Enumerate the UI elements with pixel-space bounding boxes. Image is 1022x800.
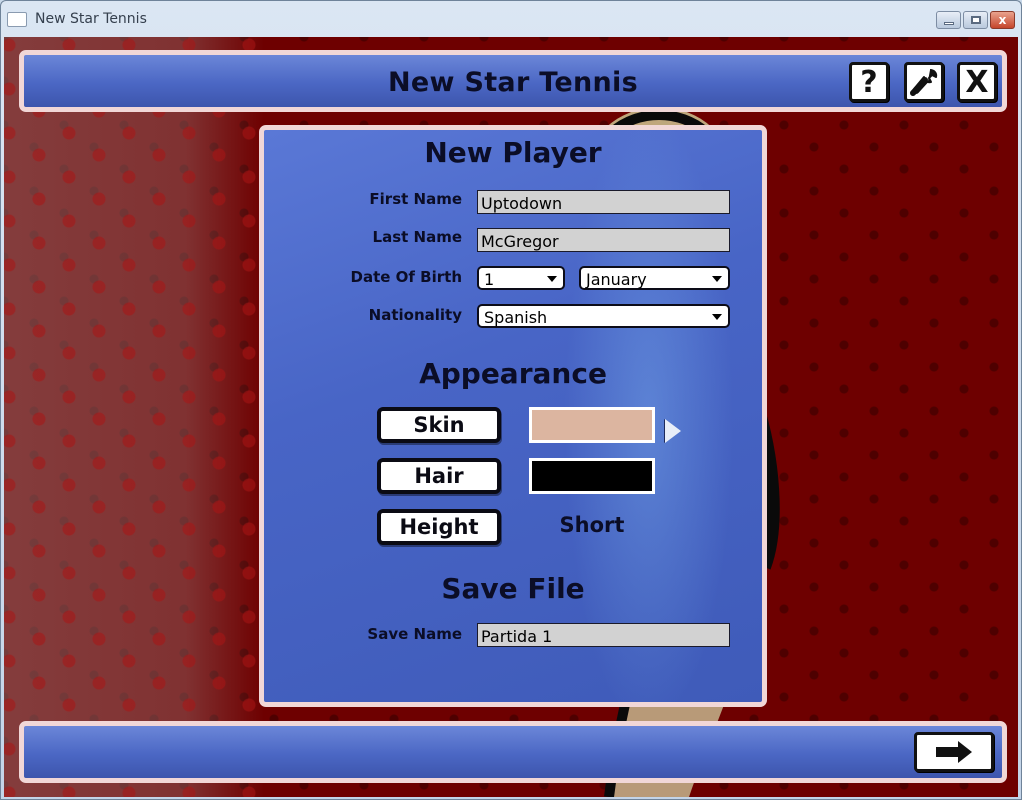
settings-button[interactable] — [904, 62, 944, 102]
x-icon: X — [965, 64, 989, 100]
birth-month-value: January — [586, 270, 647, 289]
hair-button[interactable]: Hair — [377, 458, 501, 494]
new-player-panel: New Player First Name Uptodown Last Name… — [259, 125, 767, 707]
birth-day-value: 1 — [484, 270, 495, 289]
skin-color-swatch[interactable] — [529, 407, 655, 443]
save-name-label: Save Name — [367, 625, 462, 643]
height-value: Short — [559, 513, 625, 537]
right-arrow-icon — [936, 741, 972, 763]
minimize-button[interactable] — [936, 11, 961, 29]
header-bar: New Star Tennis ? X — [19, 50, 1007, 112]
last-name-label: Last Name — [372, 228, 462, 246]
app-window: New Star Tennis x New Star Tennis ? X Ne… — [0, 0, 1022, 800]
height-button[interactable]: Height — [377, 509, 501, 545]
hair-color-swatch[interactable] — [529, 458, 655, 494]
window-controls: x — [936, 11, 1015, 29]
footer-bar — [19, 721, 1007, 783]
game-canvas: New Star Tennis ? X New Player First Nam… — [4, 37, 1018, 797]
nationality-value: Spanish — [484, 308, 548, 327]
birth-month-select[interactable]: January — [579, 266, 730, 290]
appearance-heading: Appearance — [419, 357, 607, 390]
first-name-input[interactable]: Uptodown — [477, 190, 730, 214]
birth-day-select[interactable]: 1 — [477, 266, 565, 290]
wrench-icon — [910, 69, 938, 96]
date-of-birth-label: Date Of Birth — [350, 268, 462, 286]
chevron-down-icon — [712, 314, 722, 320]
chevron-down-icon — [547, 276, 557, 282]
save-name-input[interactable]: Partida 1 — [477, 623, 730, 647]
quit-button[interactable]: X — [957, 62, 997, 102]
nationality-select[interactable]: Spanish — [477, 304, 730, 328]
app-icon — [7, 12, 27, 27]
background-dots — [4, 37, 264, 797]
help-button[interactable]: ? — [849, 62, 889, 102]
close-icon: x — [998, 13, 1007, 27]
last-name-input[interactable]: McGregor — [477, 228, 730, 252]
minimize-icon — [943, 21, 954, 25]
close-window-button[interactable]: x — [990, 11, 1015, 29]
nationality-label: Nationality — [368, 306, 462, 324]
skin-button[interactable]: Skin — [377, 407, 501, 443]
new-player-heading: New Player — [424, 136, 602, 169]
save-file-heading: Save File — [441, 572, 585, 605]
question-mark-icon: ? — [860, 64, 878, 100]
maximize-icon — [970, 16, 981, 24]
play-arrow-icon[interactable] — [665, 419, 681, 443]
first-name-label: First Name — [369, 190, 462, 208]
maximize-button[interactable] — [963, 11, 988, 29]
window-title: New Star Tennis — [35, 11, 147, 27]
next-button[interactable] — [914, 732, 994, 772]
chevron-down-icon — [712, 276, 722, 282]
window-titlebar[interactable]: New Star Tennis x — [1, 1, 1021, 37]
